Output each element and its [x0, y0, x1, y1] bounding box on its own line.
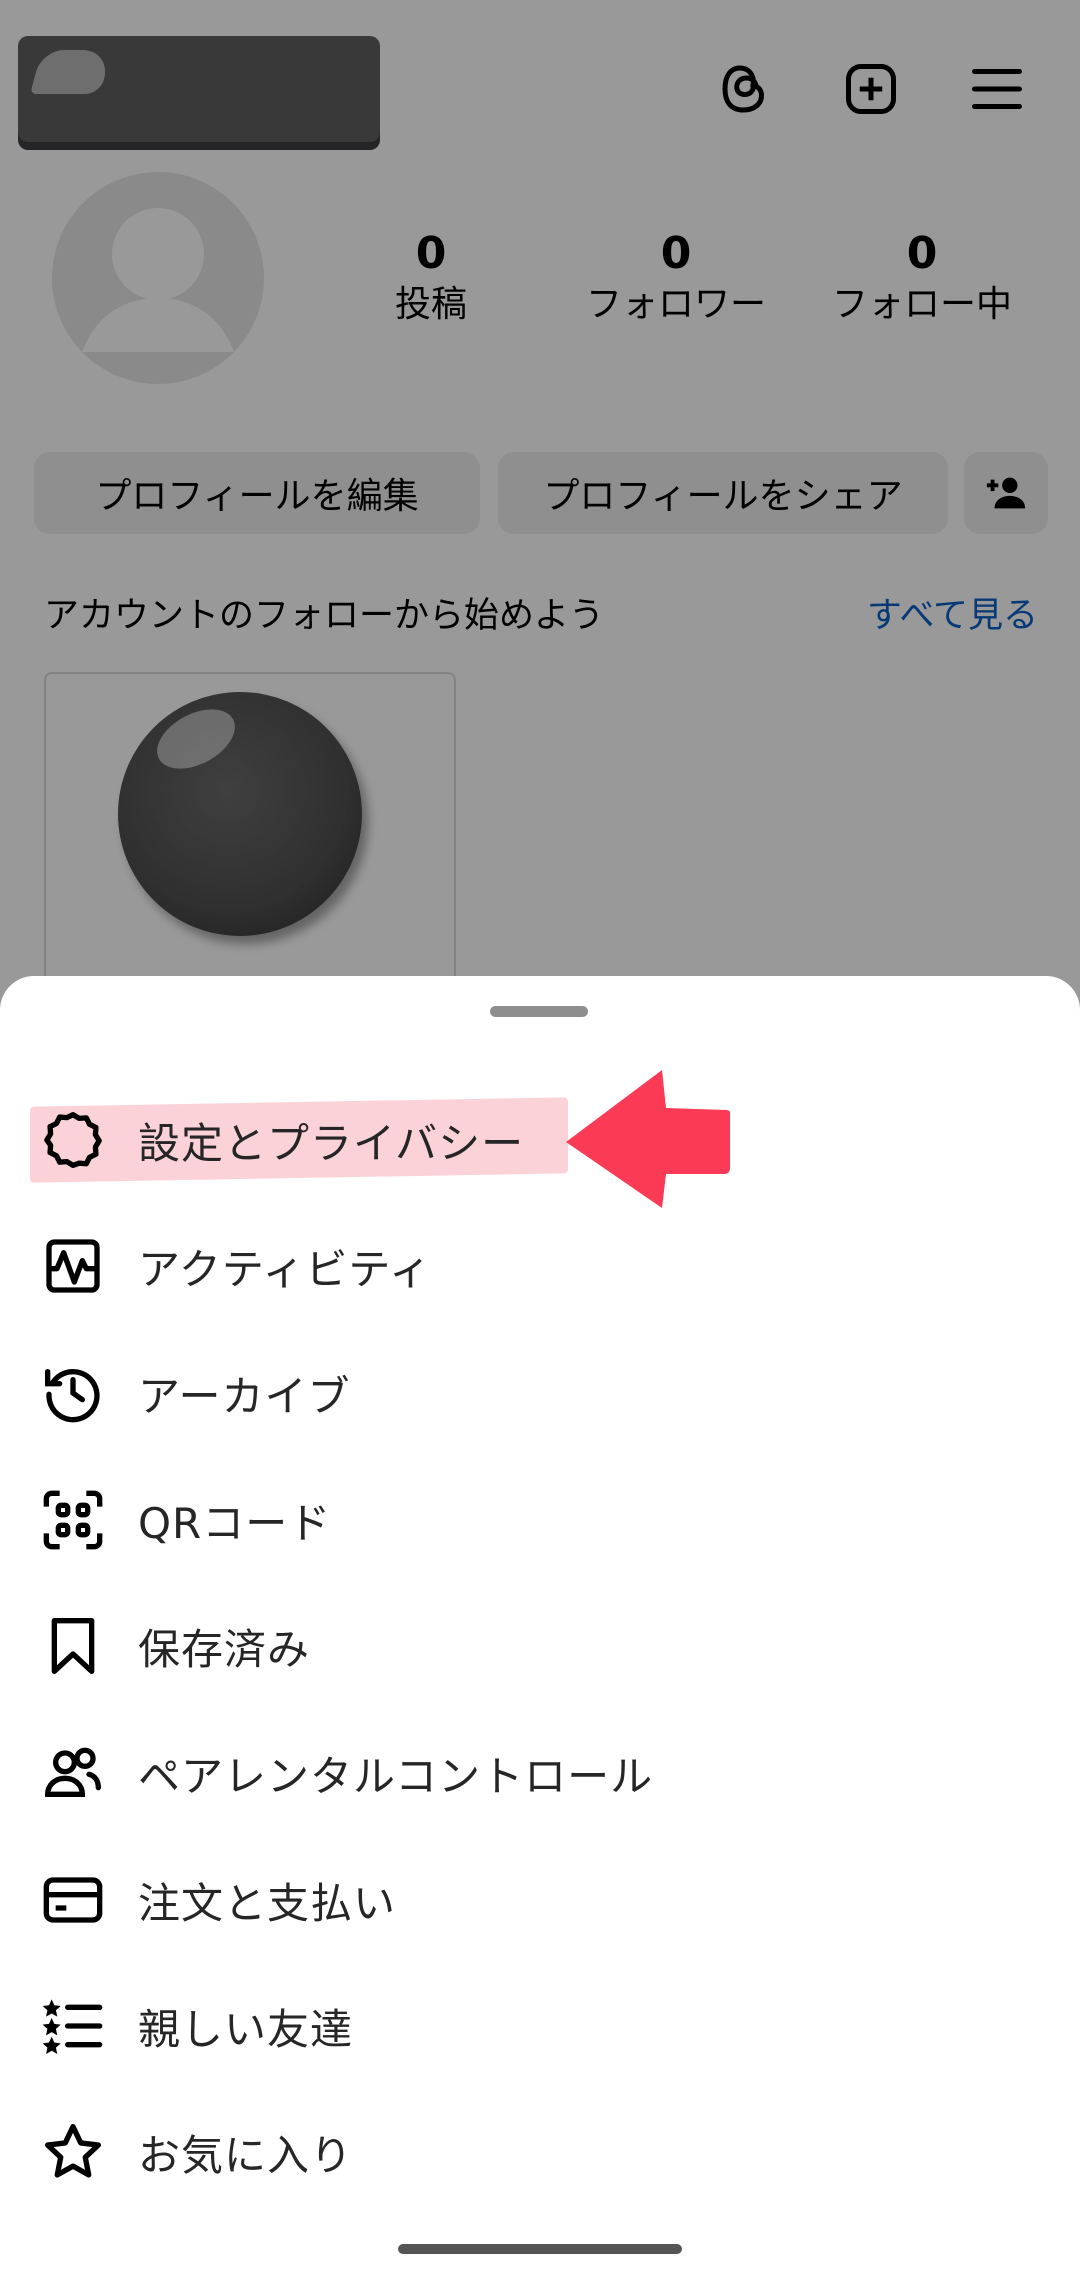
drag-handle[interactable] — [490, 1006, 588, 1017]
menu-item-archive[interactable]: アーカイブ — [32, 1343, 1032, 1443]
menu-item-orders-payments[interactable]: 注文と支払い — [32, 1850, 1032, 1950]
archive-history-icon — [32, 1352, 114, 1434]
menu-item-activity[interactable]: アクティビティ — [32, 1216, 1032, 1316]
star-icon — [32, 2111, 114, 2193]
menu-bottom-sheet: 設定とプライバシー アクティビティ アーカイブ QRコード 保存済み ペアレンタ… — [0, 976, 1080, 2279]
menu-item-label: アーカイブ — [138, 1371, 351, 1421]
menu-item-parental-controls[interactable]: ペアレンタルコントロール — [32, 1723, 1032, 1823]
card-icon — [32, 1859, 114, 1941]
menu-item-settings-privacy[interactable]: 設定とプライバシー — [32, 1090, 1032, 1190]
menu-item-label: 注文と支払い — [138, 1878, 397, 1928]
qr-code-icon — [32, 1479, 114, 1561]
menu-item-label: QRコード — [138, 1498, 332, 1548]
menu-item-label: 設定とプライバシー — [138, 1118, 525, 1168]
menu-item-label: 保存済み — [138, 1624, 311, 1674]
menu-item-label: 親しい友達 — [138, 2004, 354, 2054]
activity-icon — [32, 1225, 114, 1307]
gear-icon — [32, 1099, 114, 1181]
menu-item-label: お気に入り — [138, 2130, 354, 2180]
menu-item-label: アクティビティ — [138, 1244, 432, 1294]
star-list-icon — [32, 1985, 114, 2067]
menu-item-saved[interactable]: 保存済み — [32, 1596, 1032, 1696]
menu-item-qr-code[interactable]: QRコード — [32, 1470, 1032, 1570]
family-icon — [32, 1732, 114, 1814]
bookmark-icon — [32, 1605, 114, 1687]
menu-item-label: ペアレンタルコントロール — [138, 1751, 654, 1801]
menu-item-favorites[interactable]: お気に入り — [32, 2102, 1032, 2202]
menu-item-close-friends[interactable]: 親しい友達 — [32, 1976, 1032, 2076]
home-indicator — [398, 2244, 682, 2254]
